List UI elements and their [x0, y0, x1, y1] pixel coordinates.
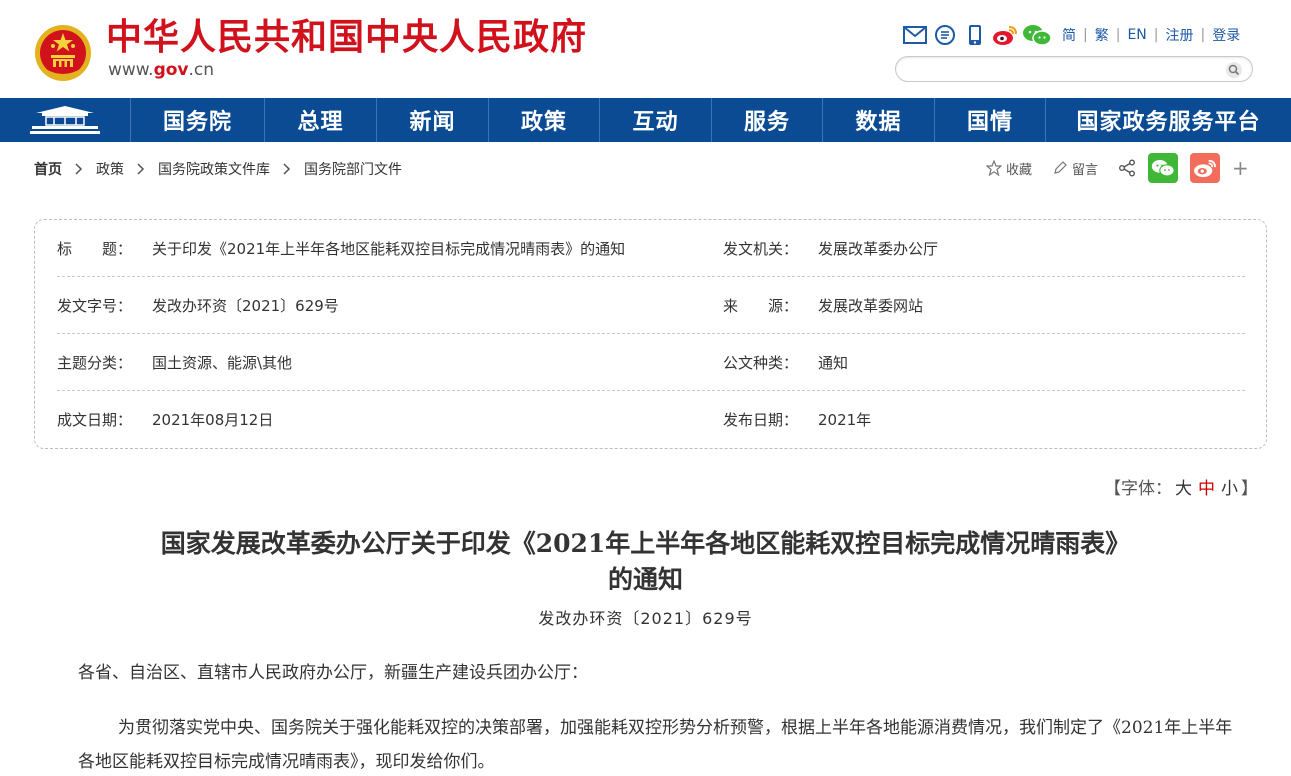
info-label-doc-number: 发文字号：	[57, 297, 133, 315]
breadcrumb-policy[interactable]: 政策	[96, 159, 124, 179]
site-url-prefix: www.	[108, 60, 154, 80]
info-cell: 来 源： 发展改革委网站	[723, 277, 923, 334]
info-value-written-date: 2021年08月12日	[152, 411, 274, 429]
separator: |	[1153, 27, 1159, 43]
info-cell: 标 题： 关于印发《2021年上半年各地区能耗双控目标完成情况晴雨表》的通知	[57, 220, 625, 277]
info-cell: 发布日期： 2021年	[723, 391, 871, 448]
info-label-source: 来 源：	[723, 297, 799, 315]
lang-simplified-link[interactable]: 简	[1062, 25, 1076, 45]
lang-traditional-link[interactable]: 繁	[1095, 25, 1109, 45]
nav-item-data[interactable]: 数据	[823, 98, 935, 142]
nav-item-premier[interactable]: 总理	[265, 98, 377, 142]
star-icon	[986, 160, 1002, 176]
wechat-icon[interactable]	[1022, 22, 1052, 48]
info-value-title: 关于印发《2021年上半年各地区能耗双控目标完成情况晴雨表》的通知	[152, 240, 626, 258]
font-size-switcher: 【字体：大中小】	[1104, 474, 1258, 499]
info-row: 主题分类： 国土资源、能源\其他 公文种类： 通知	[57, 334, 1245, 391]
info-cell: 发文字号： 发改办环资〔2021〕629号	[57, 277, 339, 334]
lang-links: 简 | 繁 | EN | 注册 | 登录	[1062, 25, 1240, 45]
site-url-brand: gov	[153, 60, 189, 80]
info-value-publish-date: 2021年	[818, 411, 872, 429]
lang-english-link[interactable]: EN	[1127, 27, 1146, 43]
wechat-share-icon[interactable]	[1148, 153, 1179, 183]
message-icon[interactable]	[932, 22, 958, 48]
nav-home-building-icon[interactable]	[0, 98, 131, 142]
header-tools: 简 | 繁 | EN | 注册 | 登录	[902, 22, 1240, 48]
chevron-right-icon	[137, 163, 145, 175]
info-label-doc-type: 公文种类：	[723, 354, 799, 372]
article-paragraph: 为贯彻落实党中央、国务院关于强化能耗双控的决策部署，加强能耗双控形势分析预警，根…	[78, 718, 1233, 772]
info-cell: 发文机关： 发展改革委办公厅	[723, 220, 938, 277]
login-link[interactable]: 登录	[1212, 25, 1240, 45]
info-value-doc-number: 发改办环资〔2021〕629号	[152, 297, 339, 315]
info-cell: 成文日期： 2021年08月12日	[57, 391, 273, 448]
weibo-share-icon[interactable]	[1190, 153, 1221, 183]
mail-icon[interactable]	[902, 22, 928, 48]
separator: |	[1115, 27, 1121, 43]
search-box	[895, 56, 1253, 82]
collect-label: 收藏	[1006, 162, 1033, 178]
font-size-label: 【字体：	[1104, 479, 1172, 499]
info-label-written-date: 成文日期：	[57, 411, 133, 429]
info-row: 成文日期： 2021年08月12日 发布日期： 2021年	[57, 391, 1245, 448]
share-bar: 收藏 留言 +	[986, 152, 1249, 184]
info-value-issuer: 发展改革委办公厅	[818, 240, 939, 258]
site-header: 中华人民共和国中央人民政府 www.gov.cn 简 | 繁 | EN | 注册…	[0, 0, 1291, 98]
search-input[interactable]	[908, 60, 1218, 78]
breadcrumb-home[interactable]: 首页	[34, 159, 62, 179]
nav-item-policy[interactable]: 政策	[489, 98, 600, 142]
font-size-medium-button[interactable]: 中	[1198, 479, 1215, 499]
info-cell: 主题分类： 国土资源、能源\其他	[57, 334, 292, 391]
collect-button[interactable]: 收藏	[986, 159, 1032, 178]
separator: |	[1083, 27, 1088, 43]
article-title-line-1: 国家发展改革委办公厅关于印发《2021年上半年各地区能耗双控目标完成情况晴雨表》	[160, 529, 1131, 558]
info-row: 发文字号： 发改办环资〔2021〕629号 来 源： 发展改革委网站	[57, 277, 1245, 334]
site-title[interactable]: 中华人民共和国中央人民政府	[106, 16, 587, 60]
font-size-large-button[interactable]: 大	[1175, 479, 1192, 499]
article-doc-number: 发改办环资〔2021〕629号	[538, 609, 753, 628]
font-size-close: 】	[1241, 479, 1258, 499]
article-salutation: 各省、自治区、直辖市人民政府办公厅，新疆生产建设兵团办公厅：	[78, 663, 588, 683]
weibo-icon[interactable]	[992, 22, 1018, 48]
main-nav: 国务院 总理 新闻 政策 互动 服务 数据 国情 国家政务服务平台	[0, 98, 1291, 142]
info-label-title: 标 题：	[57, 240, 133, 258]
share-icon[interactable]	[1118, 159, 1140, 177]
font-size-small-button[interactable]: 小	[1221, 479, 1238, 499]
nav-item-interaction[interactable]: 互动	[600, 98, 712, 142]
info-label-issuer: 发文机关：	[723, 240, 799, 258]
nav-item-services[interactable]: 服务	[712, 98, 823, 142]
breadcrumb: 首页 政策 国务院政策文件库 国务院部门文件	[34, 158, 402, 180]
nav-item-state-council[interactable]: 国务院	[131, 98, 265, 142]
breadcrumb-department-documents[interactable]: 国务院部门文件	[304, 159, 402, 179]
separator: |	[1200, 27, 1206, 43]
nav-item-national-info[interactable]: 国情	[935, 98, 1046, 142]
comment-button[interactable]: 留言	[1052, 159, 1098, 178]
info-row: 标 题： 关于印发《2021年上半年各地区能耗双控目标完成情况晴雨表》的通知 发…	[57, 220, 1245, 277]
article-title-line-2: 的通知	[607, 565, 683, 594]
chevron-right-icon	[75, 163, 83, 175]
info-value-source: 发展改革委网站	[818, 297, 924, 315]
plus-icon[interactable]: +	[1232, 156, 1249, 180]
info-value-doc-type: 通知	[818, 354, 849, 372]
breadcrumb-policy-library[interactable]: 国务院政策文件库	[158, 159, 270, 179]
search-icon[interactable]	[1225, 61, 1243, 79]
document-info-table: 标 题： 关于印发《2021年上半年各地区能耗双控目标完成情况晴雨表》的通知 发…	[34, 219, 1267, 449]
pencil-icon	[1054, 161, 1067, 174]
info-cell: 公文种类： 通知	[723, 334, 848, 391]
mobile-icon[interactable]	[962, 22, 988, 48]
chevron-right-icon	[283, 163, 291, 175]
register-link[interactable]: 注册	[1165, 25, 1193, 45]
info-value-subject: 国土资源、能源\其他	[152, 354, 293, 372]
site-url-suffix: .cn	[188, 60, 215, 80]
article-title: 国家发展改革委办公厅关于印发《2021年上半年各地区能耗双控目标完成情况晴雨表》…	[60, 526, 1231, 598]
nav-item-news[interactable]: 新闻	[377, 98, 489, 142]
info-label-subject: 主题分类：	[57, 354, 133, 372]
nav-item-service-platform[interactable]: 国家政务服务平台	[1046, 98, 1291, 142]
site-url: www.gov.cn	[108, 60, 214, 80]
national-emblem-icon[interactable]	[34, 24, 92, 82]
comment-label: 留言	[1072, 162, 1099, 178]
info-label-publish-date: 发布日期：	[723, 411, 799, 429]
